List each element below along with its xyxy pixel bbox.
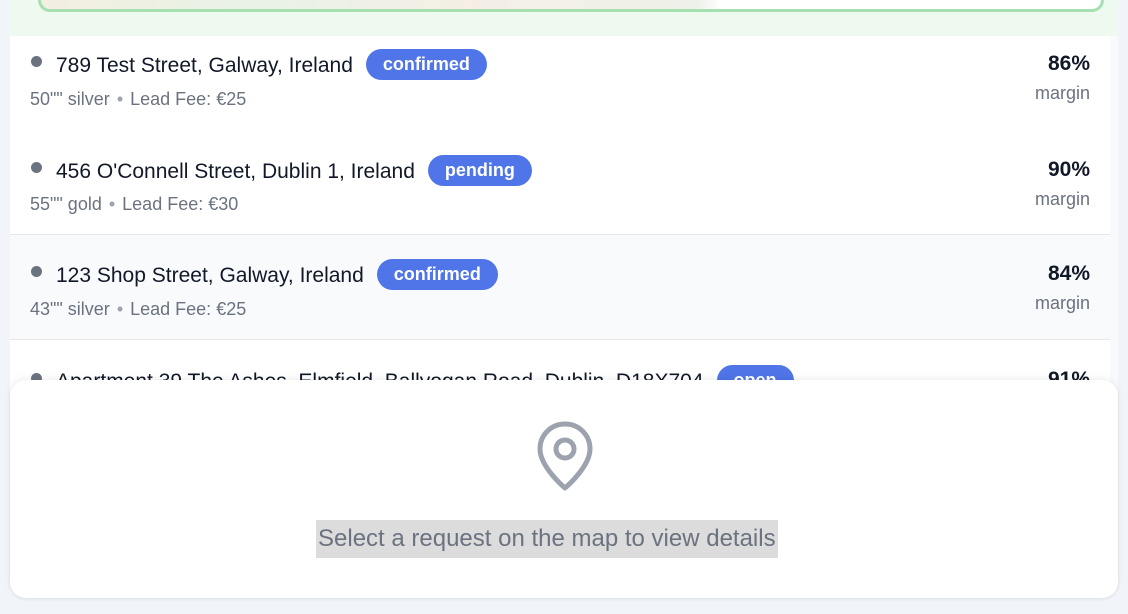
status-dot: [31, 56, 42, 67]
size-text: 55"" gold: [30, 194, 102, 214]
margin-label: margin: [1034, 189, 1090, 209]
size-text: 43"" silver: [30, 299, 110, 319]
request-meta: 55"" gold • Lead Fee: €30: [30, 194, 238, 215]
margin-percent: 86%: [1047, 52, 1090, 75]
status-dot: [31, 266, 42, 277]
lead-fee-text: Lead Fee: €30: [122, 194, 239, 214]
margin-label: margin: [1034, 293, 1090, 313]
status-badge: confirmed: [365, 49, 487, 80]
request-list[interactable]: 789 Test Street, Galway, Ireland confirme…: [10, 36, 1110, 396]
empty-state-message: Select a request on the map to view deta…: [316, 520, 778, 558]
status-badge: pending: [427, 155, 532, 186]
address-text: 456 O'Connell Street, Dublin 1, Ireland: [56, 160, 415, 183]
request-address: 456 O'Connell Street, Dublin 1, Ireland p…: [56, 155, 532, 186]
request-meta: 50"" silver • Lead Fee: €25: [30, 89, 246, 110]
margin-label: margin: [1034, 83, 1090, 103]
request-row[interactable]: 789 Test Street, Galway, Ireland confirme…: [10, 36, 1110, 141]
map-panel[interactable]: [10, 0, 1118, 36]
lead-fee-text: Lead Fee: €25: [130, 89, 247, 109]
request-details-panel: Select a request on the map to view deta…: [10, 380, 1118, 598]
map-pin-icon: [537, 421, 593, 491]
status-badge: confirmed: [376, 259, 498, 290]
request-address: 789 Test Street, Galway, Ireland confirme…: [56, 49, 487, 80]
separator: •: [116, 89, 124, 109]
status-dot: [31, 162, 42, 173]
separator: •: [116, 299, 124, 319]
separator: •: [108, 194, 116, 214]
address-text: 789 Test Street, Galway, Ireland: [56, 54, 353, 77]
request-row[interactable]: 123 Shop Street, Galway, Ireland confirme…: [10, 235, 1110, 340]
margin-percent: 90%: [1047, 158, 1090, 181]
address-text: 123 Shop Street, Galway, Ireland: [56, 264, 364, 287]
lead-fee-text: Lead Fee: €25: [130, 299, 247, 319]
list-scrollbar[interactable]: [1110, 36, 1118, 396]
request-meta: 43"" silver • Lead Fee: €25: [30, 299, 246, 320]
request-address: 123 Shop Street, Galway, Ireland confirme…: [56, 259, 498, 290]
request-row[interactable]: 456 O'Connell Street, Dublin 1, Ireland p…: [10, 130, 1110, 235]
size-text: 50"" silver: [30, 89, 110, 109]
map-view[interactable]: [38, 0, 1104, 12]
margin-percent: 84%: [1047, 262, 1090, 285]
